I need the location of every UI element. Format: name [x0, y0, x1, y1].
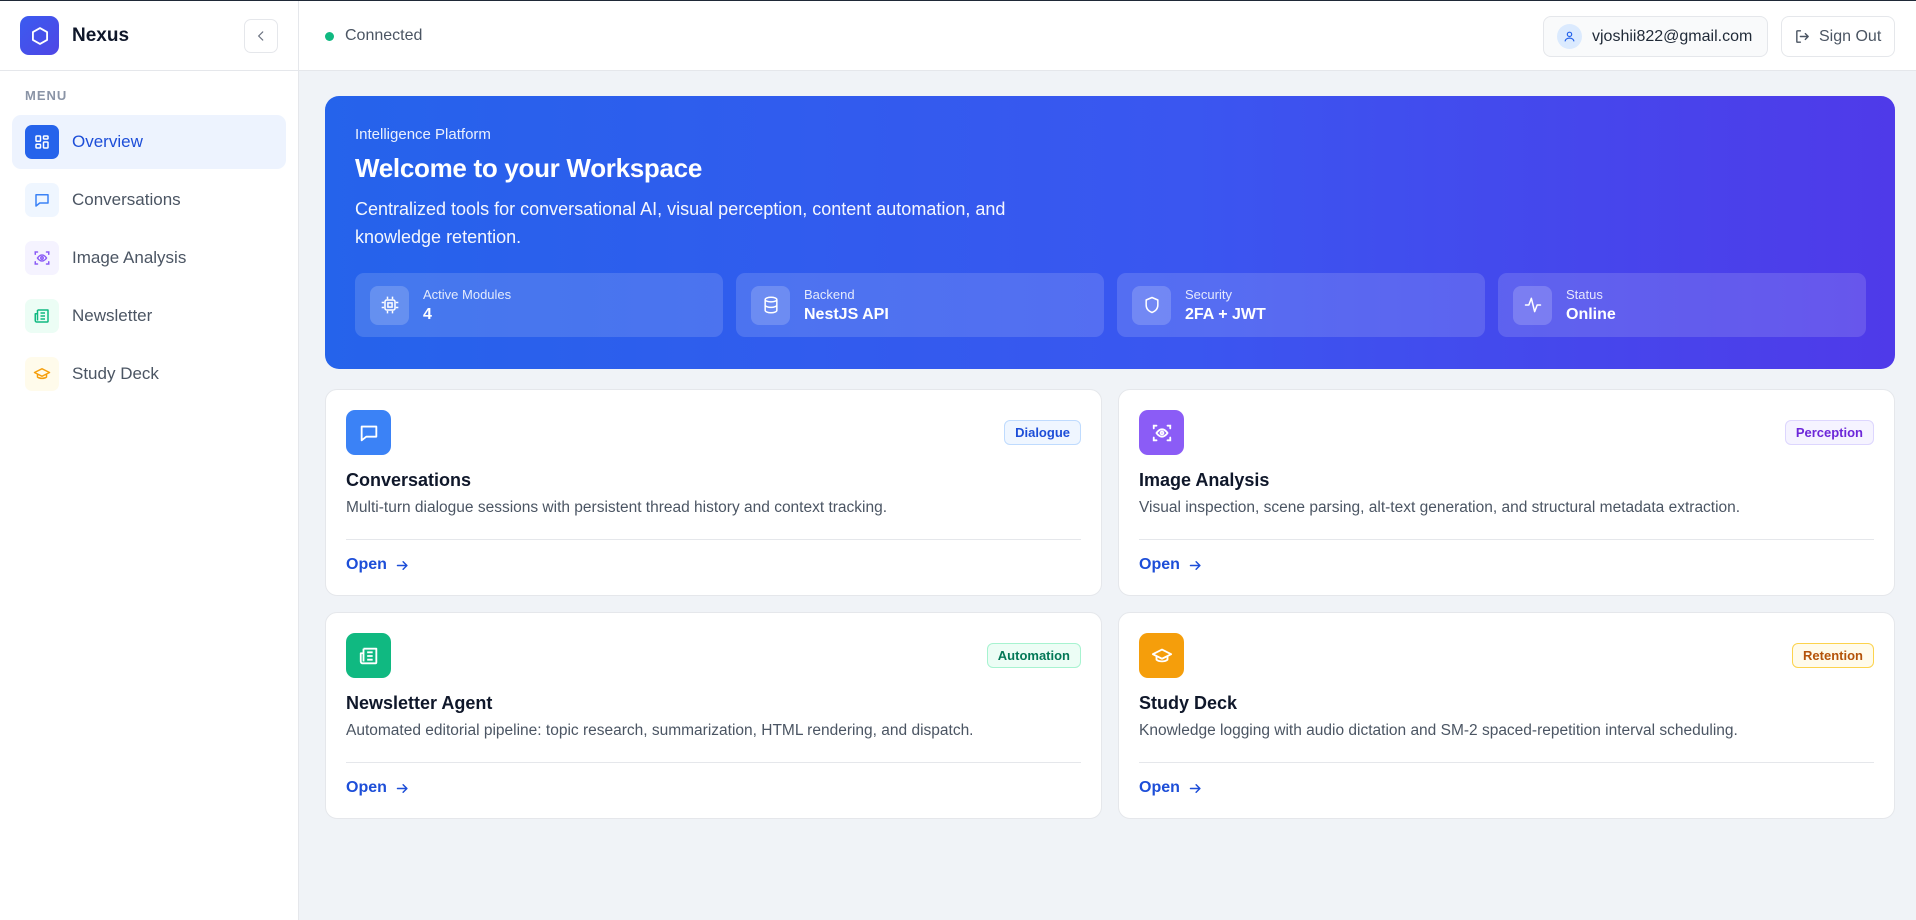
card-category-badge: Perception: [1784, 420, 1874, 445]
card-divider: [1139, 762, 1874, 763]
page-title: Welcome to your Workspace: [355, 153, 702, 183]
card-title: Study Deck: [1139, 693, 1238, 713]
hero-description: Centralized tools for conversational AI,…: [355, 199, 1006, 247]
hexagon-logo-icon: [20, 16, 59, 55]
stat-value: Online: [1566, 305, 1616, 323]
module-cards: Dialogue Conversations Multi-turn dialog…: [325, 389, 1895, 819]
app-name: Nexus: [72, 24, 130, 46]
sidebar-nav: Overview Conversations Image Analysis Ne…: [0, 115, 298, 401]
stat-active-modules: Active Modules 4: [355, 273, 723, 337]
database-icon: [751, 285, 790, 325]
stat-label: Backend: [804, 286, 855, 302]
stat-label: Security: [1185, 286, 1232, 302]
card-title: Newsletter Agent: [346, 693, 493, 713]
connection-status: Connected: [325, 27, 422, 45]
sidebar-item-image-analysis[interactable]: Image Analysis: [12, 231, 286, 285]
shield-icon: [1132, 285, 1171, 325]
card-divider: [1139, 539, 1874, 540]
card-image-analysis[interactable]: Perception Image Analysis Visual inspect…: [1118, 389, 1895, 596]
card-category-badge: Retention: [1792, 643, 1874, 668]
arrow-right-icon: [1189, 783, 1201, 793]
arrow-right-icon: [396, 783, 408, 793]
stat-value: NestJS API: [804, 305, 889, 323]
scan-eye-icon: [1139, 410, 1184, 455]
newspaper-icon: [346, 633, 391, 678]
sidebar-item-study-deck[interactable]: Study Deck: [12, 347, 286, 401]
open-conversations-link[interactable]: Open: [346, 556, 410, 574]
user-icon: [1557, 24, 1582, 49]
card-study-deck[interactable]: Retention Study Deck Knowledge logging w…: [1118, 612, 1895, 819]
graduation-cap-icon: [1139, 633, 1184, 678]
card-conversations[interactable]: Dialogue Conversations Multi-turn dialog…: [325, 389, 1102, 596]
open-link-label: Open: [346, 556, 387, 573]
chevron-left-icon: [257, 31, 264, 41]
stat-status: Status Online: [1498, 273, 1866, 337]
card-description: Automated editorial pipeline: topic rese…: [346, 722, 974, 739]
arrow-right-icon: [1189, 560, 1201, 570]
user-email: vjoshii822@gmail.com: [1592, 27, 1753, 45]
arrow-right-icon: [396, 560, 408, 570]
stat-label: Active Modules: [423, 286, 512, 302]
stat-label: Status: [1566, 286, 1603, 302]
user-account-chip[interactable]: vjoshii822@gmail.com: [1543, 16, 1768, 57]
activity-icon: [1513, 285, 1552, 325]
scan-eye-icon: [25, 241, 59, 275]
stat-backend: Backend NestJS API: [736, 273, 1104, 337]
open-link-label: Open: [346, 779, 387, 796]
card-divider: [346, 539, 1081, 540]
message-square-icon: [25, 183, 59, 217]
card-title: Conversations: [346, 470, 472, 490]
card-description: Knowledge logging with audio dictation a…: [1139, 722, 1738, 739]
sidebar-item-label: Study Deck: [72, 364, 159, 383]
sidebar-item-overview[interactable]: Overview: [12, 115, 286, 169]
card-description: Multi-turn dialogue sessions with persis…: [346, 499, 888, 516]
cpu-icon: [370, 285, 409, 325]
card-newsletter-agent[interactable]: Automation Newsletter Agent Automated ed…: [325, 612, 1102, 819]
sidebar-item-label: Image Analysis: [72, 248, 187, 267]
sidebar-item-label: Conversations: [72, 190, 181, 209]
brand-header: Nexus: [0, 1, 298, 71]
card-description: Visual inspection, scene parsing, alt-te…: [1139, 499, 1741, 516]
sign-out-label: Sign Out: [1819, 27, 1882, 45]
stat-value: 2FA + JWT: [1185, 305, 1266, 323]
message-square-icon: [346, 410, 391, 455]
stat-value: 4: [423, 305, 432, 323]
log-out-icon: [1796, 30, 1809, 43]
status-dot-icon: [325, 31, 334, 41]
open-study-deck-link[interactable]: Open: [1139, 779, 1203, 797]
sidebar-item-label: Newsletter: [72, 306, 153, 325]
sidebar: Nexus MENU Overview Conversations Image …: [0, 1, 299, 920]
open-link-label: Open: [1139, 556, 1180, 573]
card-category-badge: Dialogue: [1004, 420, 1081, 445]
stats-row: Active Modules 4 Backend NestJS API Secu…: [355, 273, 1866, 337]
welcome-banner: Intelligence Platform Welcome to your Wo…: [325, 96, 1895, 369]
open-newsletter-link[interactable]: Open: [346, 779, 410, 797]
sidebar-item-conversations[interactable]: Conversations: [12, 173, 286, 227]
graduation-cap-icon: [25, 357, 59, 391]
stat-security: Security 2FA + JWT: [1117, 273, 1485, 337]
menu-label: MENU: [25, 88, 68, 103]
card-title: Image Analysis: [1139, 470, 1270, 490]
newspaper-icon: [25, 299, 59, 333]
grid-icon: [25, 125, 59, 159]
sidebar-item-newsletter[interactable]: Newsletter: [12, 289, 286, 343]
hero-eyebrow: Intelligence Platform: [355, 126, 491, 143]
top-bar: Connected vjoshii822@gmail.com Sign Out: [299, 1, 1916, 71]
card-divider: [346, 762, 1081, 763]
connection-status-label: Connected: [345, 27, 423, 44]
card-category-badge: Automation: [986, 643, 1081, 668]
sidebar-item-label: Overview: [72, 132, 143, 151]
open-image-analysis-link[interactable]: Open: [1139, 556, 1203, 574]
open-link-label: Open: [1139, 779, 1180, 796]
sign-out-button[interactable]: Sign Out: [1781, 16, 1895, 57]
collapse-sidebar-button[interactable]: [244, 19, 278, 53]
